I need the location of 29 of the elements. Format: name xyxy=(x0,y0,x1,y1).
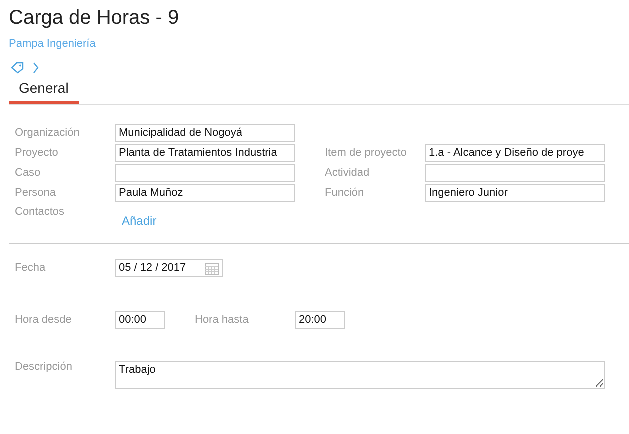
field-label: Descripción xyxy=(15,361,74,373)
input-field[interactable]: Paula Muñoz xyxy=(115,184,295,202)
chevron-right-icon[interactable] xyxy=(33,62,39,74)
input-field[interactable]: Municipalidad de Nogoyá xyxy=(115,124,295,142)
company-name: Pampa Ingeniería xyxy=(9,38,96,50)
field-label: Función xyxy=(325,187,366,199)
time-field[interactable]: 00:00 xyxy=(115,311,165,329)
input-field[interactable] xyxy=(115,164,295,182)
field-label: Persona xyxy=(15,187,57,199)
field-label: Hora hasta xyxy=(195,314,250,326)
description-field[interactable]: Trabajo xyxy=(115,361,605,389)
general-tab[interactable]: General xyxy=(9,77,79,104)
input-field[interactable]: Ingeniero Junior xyxy=(425,184,605,202)
field-label: Organización xyxy=(15,127,81,139)
input-field[interactable]: Planta de Tratamientos Industria xyxy=(115,144,295,162)
field-label: Fecha xyxy=(15,262,47,274)
field-label: Hora desde xyxy=(15,314,73,326)
tag-icon[interactable] xyxy=(11,62,25,74)
calendar-icon[interactable] xyxy=(205,262,219,274)
field-label: Caso xyxy=(15,167,42,179)
date-field[interactable]: 05 / 12 / 2017 xyxy=(115,259,223,277)
field-label: Item de proyecto xyxy=(325,147,408,159)
input-field[interactable] xyxy=(425,164,605,182)
input-field[interactable]: 1.a - Alcance y Diseño de proye xyxy=(425,144,605,162)
time-field[interactable]: 20:00 xyxy=(295,311,345,329)
field-label: Proyecto xyxy=(15,147,60,159)
field-label: Contactos xyxy=(15,206,66,218)
page-title: Carga de Horas - 9 xyxy=(9,6,180,30)
field-label: Actividad xyxy=(325,167,371,179)
